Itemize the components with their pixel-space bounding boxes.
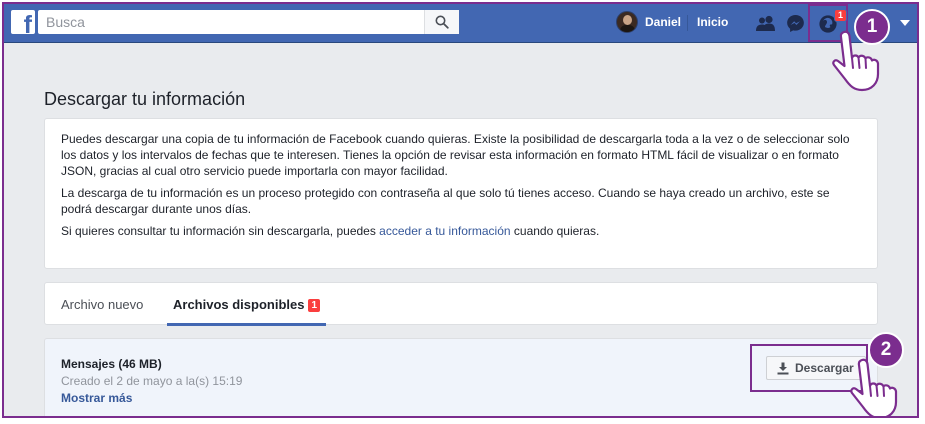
access-paragraph: Si quieres consultar tu información sin …	[61, 223, 861, 239]
access-info-link[interactable]: acceder a tu información	[379, 224, 510, 238]
show-more-link[interactable]: Mostrar más	[61, 391, 132, 405]
profile-link[interactable]: Daniel	[616, 11, 681, 33]
avatar	[616, 11, 638, 33]
info-card: Puedes descargar una copia de tu informa…	[44, 118, 878, 269]
security-paragraph: La descarga de tu información es un proc…	[61, 186, 830, 216]
intro-paragraph: Puedes descargar una copia de tu informa…	[61, 132, 850, 178]
files-tabs: Archivo nuevo Archivos disponibles 1	[44, 282, 878, 326]
file-created-date: Creado el 2 de mayo a la(s) 15:19	[61, 374, 243, 388]
pointing-hand-icon-2	[850, 358, 898, 416]
account-menu-caret-icon[interactable]	[900, 20, 910, 26]
friend-requests-button[interactable]	[755, 13, 777, 33]
messenger-icon	[786, 14, 804, 32]
search-input[interactable]	[38, 10, 426, 34]
facebook-logo-icon[interactable]: f	[11, 10, 35, 34]
nav-divider	[687, 15, 688, 31]
tab-new-file[interactable]: Archivo nuevo	[61, 283, 143, 324]
browser-frame: f Daniel Inicio	[2, 2, 919, 418]
access-text-after: cuando quieras.	[510, 224, 600, 238]
page-title: Descargar tu información	[44, 89, 246, 109]
messenger-button[interactable]	[784, 13, 806, 33]
pointing-hand-icon	[832, 30, 880, 92]
home-link[interactable]: Inicio	[697, 15, 728, 29]
search-bar	[38, 10, 459, 34]
tab-available-files-label: Archivos disponibles	[173, 297, 305, 312]
download-label: Descargar	[795, 361, 854, 375]
download-icon	[777, 362, 789, 374]
access-text-before: Si quieres consultar tu información sin …	[61, 224, 380, 238]
search-icon	[435, 15, 449, 29]
facebook-logo-letter: f	[23, 11, 32, 35]
search-button[interactable]	[424, 10, 459, 34]
friend-requests-icon	[756, 15, 775, 31]
tab-available-files[interactable]: Archivos disponibles 1	[167, 283, 327, 326]
notifications-badge: 1	[834, 9, 848, 22]
user-name: Daniel	[645, 15, 682, 29]
file-name: Mensajes (46 MB)	[61, 357, 162, 371]
top-navigation-bar: f Daniel Inicio	[4, 4, 917, 43]
available-files-badge: 1	[308, 299, 321, 312]
